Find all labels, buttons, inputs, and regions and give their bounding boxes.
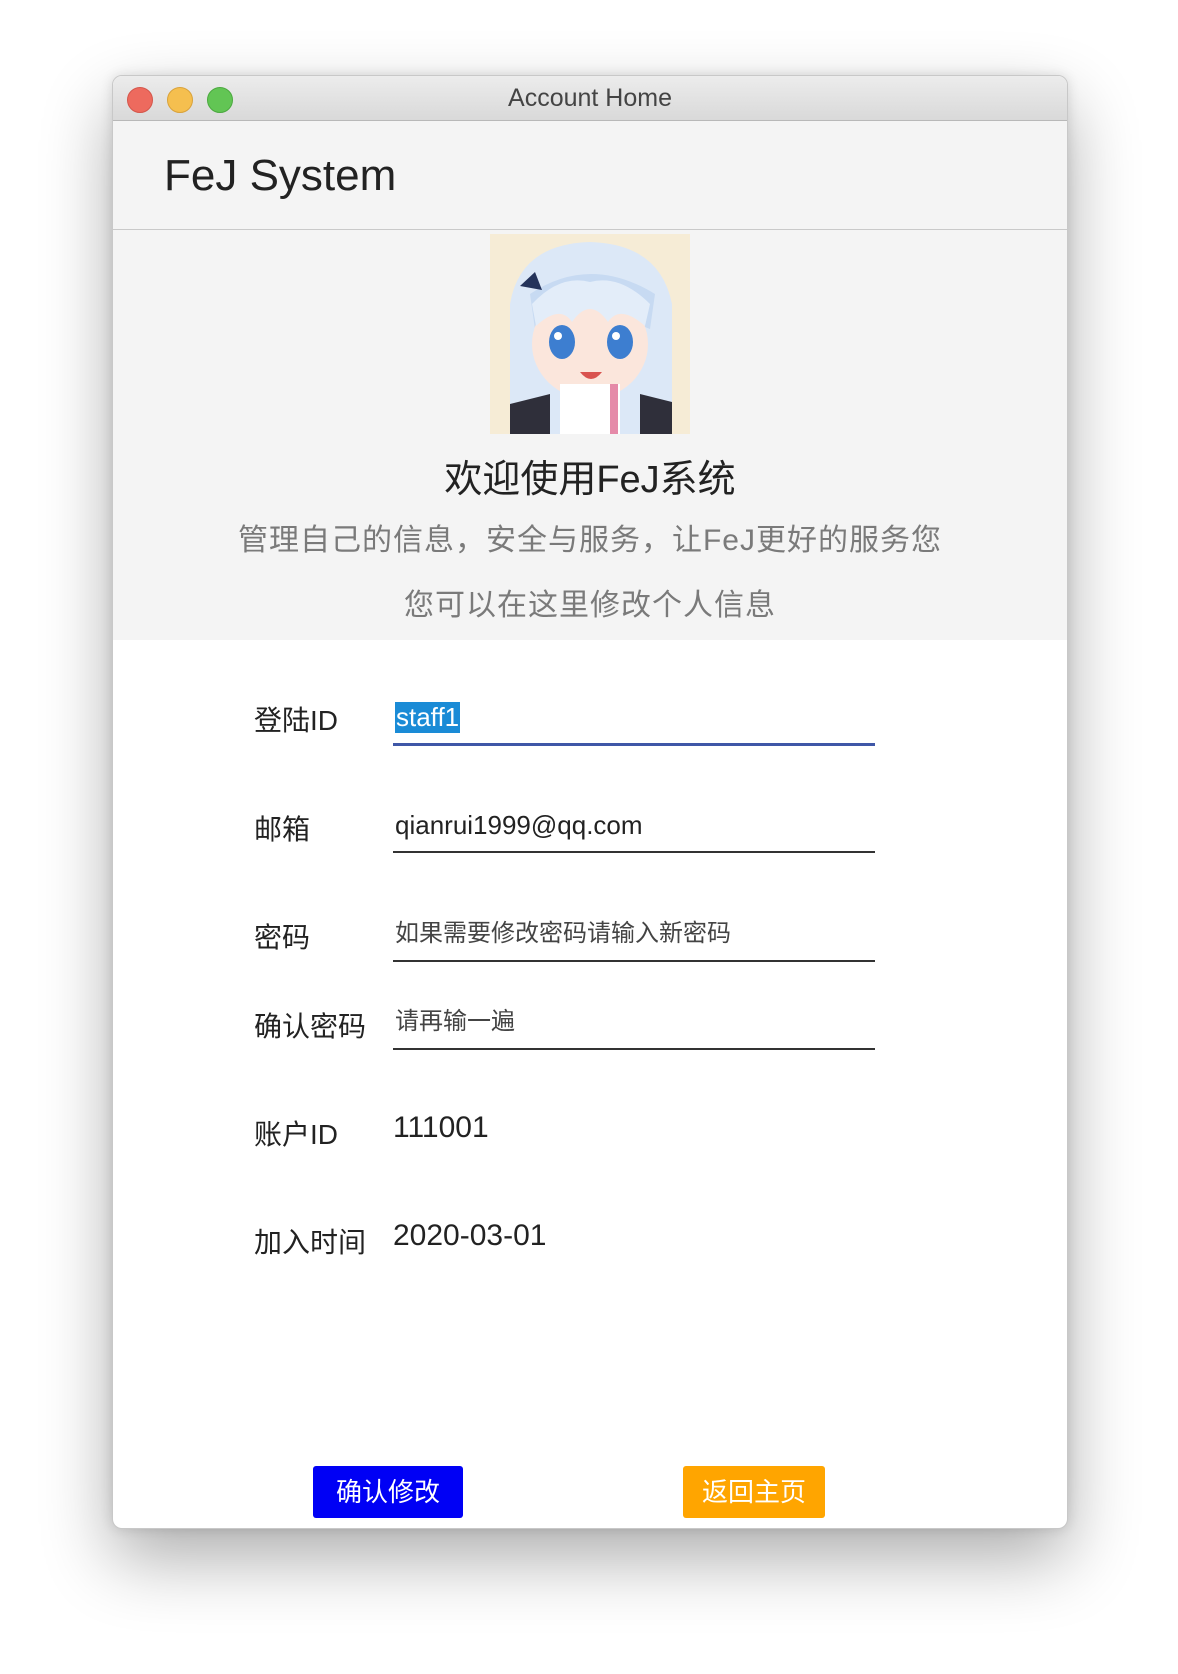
window-title: Account Home (508, 84, 672, 112)
email-label: 邮箱 (254, 814, 311, 845)
join-time-value: 2020-03-01 (393, 1219, 547, 1252)
login-id-field[interactable]: staff1 (393, 683, 875, 746)
email-field[interactable]: qianrui1999@qq.com (393, 791, 875, 853)
edit-info-note: 您可以在这里修改个人信息 (404, 589, 776, 622)
email-value: qianrui1999@qq.com (395, 810, 643, 840)
app-header: FeJ System (113, 121, 1067, 230)
welcome-heading: 欢迎使用FeJ系统 (444, 459, 736, 501)
password-label: 密码 (254, 922, 311, 953)
account-id-value: 111001 (393, 1111, 489, 1144)
confirm-changes-button[interactable]: 确认修改 (313, 1466, 463, 1518)
login-id-value: staff1 (395, 702, 461, 733)
back-to-home-button[interactable]: 返回主页 (683, 1466, 825, 1518)
confirm-password-field[interactable]: 请再输一遍 (393, 988, 875, 1050)
avatar (490, 234, 690, 434)
account-id-label: 账户ID (254, 1119, 339, 1150)
password-field[interactable]: 如果需要修改密码请输入新密码 (393, 900, 875, 962)
title-bar[interactable]: Account Home (113, 76, 1067, 121)
join-time-label: 加入时间 (254, 1227, 367, 1258)
welcome-section: 欢迎使用FeJ系统 管理自己的信息，安全与服务，让FeJ更好的服务您 您可以在这… (113, 230, 1067, 640)
password-placeholder: 如果需要修改密码请输入新密码 (395, 920, 731, 947)
account-home-window: Account Home FeJ System 欢迎使用FeJ系统 管理自己的信… (112, 75, 1068, 1529)
app-name: FeJ System (164, 151, 397, 200)
confirm-password-label: 确认密码 (254, 1011, 367, 1042)
avatar-illustration (490, 234, 690, 434)
login-id-label: 登陆ID (254, 705, 339, 736)
welcome-subtitle: 管理自己的信息，安全与服务，让FeJ更好的服务您 (237, 524, 942, 557)
confirm-password-placeholder: 请再输一遍 (395, 1008, 515, 1035)
